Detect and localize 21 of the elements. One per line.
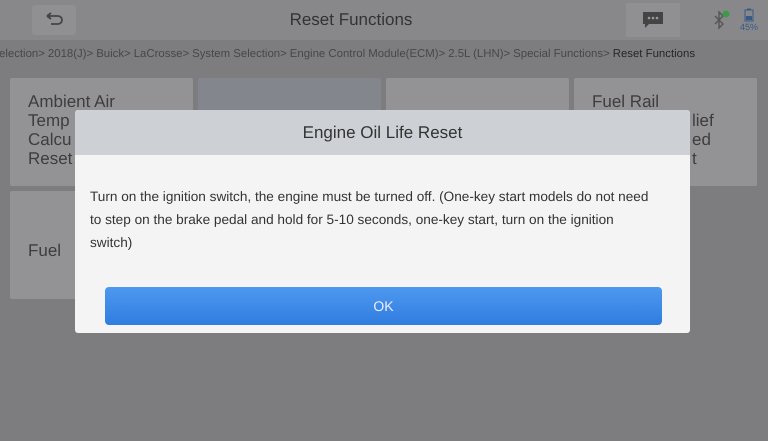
tile-label: Ambient Air: [28, 92, 115, 111]
dialog-title: Engine Oil Life Reset: [75, 110, 690, 155]
tile-label: t: [692, 149, 697, 168]
dialog-message: Turn on the ignition switch, the engine must be turned off. (One-key start models do not need to step on the brake pedal and hold for 5-10 seconds, one-key start, turn on the ignition switch): [89, 188, 650, 252]
tile-label: Reset: [28, 149, 72, 168]
breadcrumb-item[interactable]: Reset Functions: [612, 48, 696, 60]
back-button[interactable]: [32, 5, 76, 35]
tile-label: Calcu: [28, 130, 72, 149]
tile-label: Fuel: [28, 241, 62, 260]
bluetooth-icon: [712, 10, 730, 30]
tile-label: Fuel Rail: [592, 92, 660, 111]
message-button[interactable]: [626, 3, 680, 37]
battery-percent: 45%: [740, 22, 758, 32]
ok-button[interactable]: OK: [105, 287, 662, 325]
chat-icon: [642, 11, 664, 29]
tile-label: Temp: [28, 111, 70, 130]
back-arrow-icon: [44, 12, 64, 28]
battery-icon: [744, 8, 754, 22]
tile-label: ed: [692, 130, 711, 149]
tile-label: lief: [692, 111, 714, 130]
page-title: Reset Functions: [288, 10, 414, 30]
